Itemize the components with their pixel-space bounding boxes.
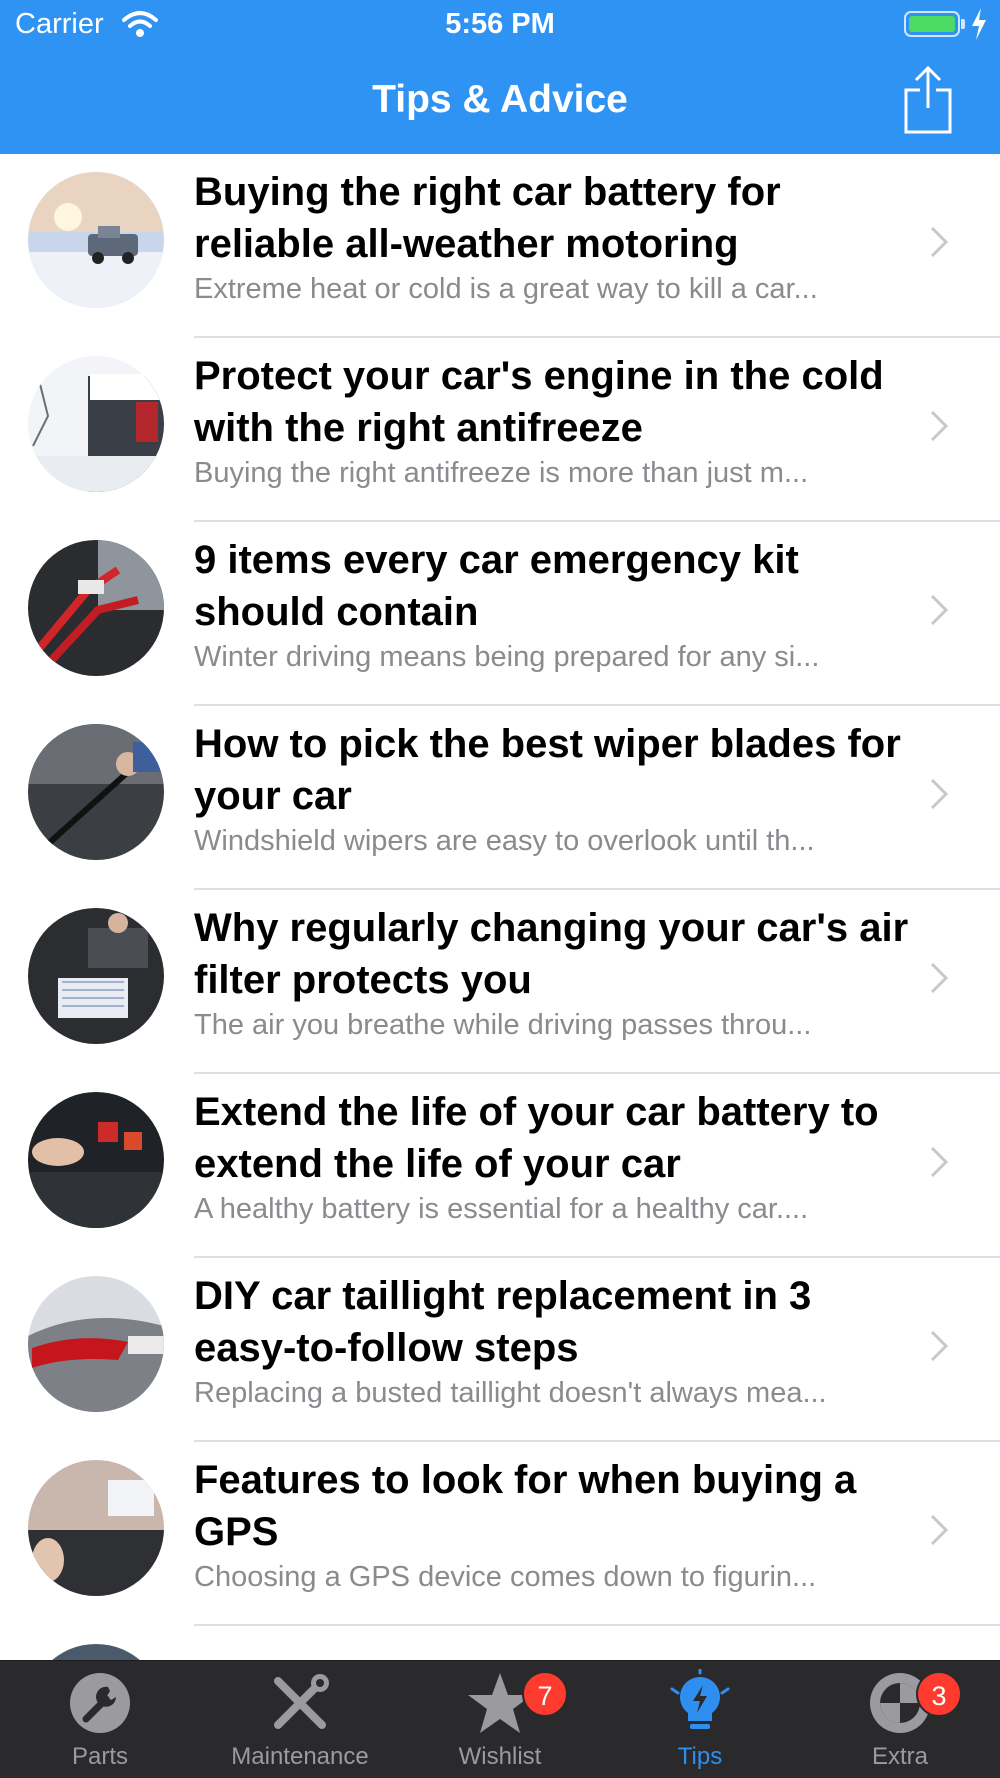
header: Carrier 5:56 PM Tips & Advice [0,0,1000,154]
extra-badge: 3 [916,1671,962,1717]
tab-extra[interactable]: Extra 3 [800,1661,1000,1778]
article-snippet: Replacing a busted taillight doesn't alw… [194,1377,827,1409]
tools-icon [274,1674,329,1729]
article-snippet: Winter driving means being prepared for … [194,641,820,673]
charging-bolt-icon [972,8,986,40]
chevron-right-icon [930,778,949,810]
status-bar: Carrier 5:56 PM [0,0,1000,50]
article-title: 9 items every car emergency kit should c… [194,538,799,634]
wrench-icon [70,1673,130,1733]
chevron-right-icon [930,410,949,442]
article-snippet: Windshield wipers are easy to overlook u… [194,825,815,857]
list-item[interactable]: Why regularly changing your car's air fi… [0,890,1000,1074]
snow-covered-car-photo [28,356,164,492]
article-title: How to pick the best wiper blades for yo… [194,722,901,818]
chevron-right-icon [930,1514,949,1546]
battery-icon [904,11,960,37]
article-title: Features to look for when buying a GPS [194,1458,857,1554]
tab-bar: Parts Maintenance Wishlist 7 Tips Extra … [0,1660,1000,1778]
chevron-right-icon [930,226,949,258]
article-title: Buying the right car battery for reliabl… [194,170,781,266]
battery-cap [961,19,965,29]
tab-label: Extra [871,1743,928,1770]
list-item[interactable]: Features to look for when buying a GPS C… [0,1442,1000,1626]
tab-parts[interactable]: Parts [0,1661,200,1778]
tab-maintenance[interactable]: Maintenance [200,1661,400,1778]
chevron-right-icon [930,1146,949,1178]
list-item[interactable]: Buying the right car battery for reliabl… [0,154,1000,338]
page-title: Tips & Advice [372,78,628,121]
air-filter-photo [28,908,164,1044]
clock: 5:56 PM [445,8,555,40]
partially-visible-photo [28,1644,164,1660]
snowy-pickup-truck-photo [28,172,164,308]
list-item[interactable] [0,1626,1000,1660]
jumper-cables-photo [28,540,164,676]
tab-label: Tips [677,1743,723,1770]
list-item[interactable]: Extend the life of your car battery to e… [0,1074,1000,1258]
article-snippet: The air you breathe while driving passes… [194,1009,812,1041]
article-snippet: Choosing a GPS device comes down to figu… [194,1561,817,1593]
list-item[interactable]: Protect your car's engine in the cold wi… [0,338,1000,522]
tips-list: Buying the right car battery for reliabl… [0,154,1000,1660]
chevron-right-icon [930,1330,949,1362]
tab-label: Parts [71,1743,128,1770]
wiper-blade-photo [28,724,164,860]
chevron-right-icon [930,594,949,626]
wishlist-badge: 7 [522,1671,568,1717]
article-snippet: Extreme heat or cold is a great way to k… [194,273,818,305]
share-icon[interactable] [900,64,956,136]
list-item[interactable]: DIY car taillight replacement in 3 easy-… [0,1258,1000,1442]
taillight-photo [28,1276,164,1412]
article-snippet: A healthy battery is essential for a hea… [194,1193,809,1225]
list-item[interactable]: 9 items every car emergency kit should c… [0,522,1000,706]
article-title: Extend the life of your car battery to e… [194,1090,879,1186]
list-item[interactable]: How to pick the best wiper blades for yo… [0,706,1000,890]
chevron-right-icon [930,962,949,994]
gps-dashboard-photo [28,1460,164,1596]
article-title: DIY car taillight replacement in 3 easy-… [194,1274,812,1370]
battery-terminal-photo [28,1092,164,1228]
tab-label: Maintenance [231,1743,369,1770]
lightbulb-icon [670,1669,730,1729]
article-title: Protect your car's engine in the cold wi… [194,354,884,450]
article-title: Why regularly changing your car's air fi… [194,906,909,1002]
tab-tips[interactable]: Tips [600,1661,800,1778]
tab-wishlist[interactable]: Wishlist 7 [400,1661,600,1778]
article-snippet: Buying the right antifreeze is more than… [194,457,809,489]
tab-label: Wishlist [458,1743,542,1770]
